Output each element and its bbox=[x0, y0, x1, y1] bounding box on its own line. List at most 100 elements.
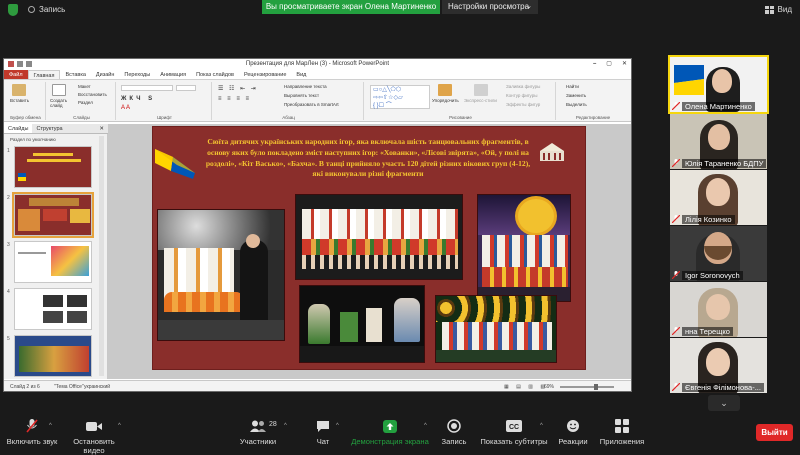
quick-styles-icon[interactable] bbox=[474, 84, 488, 96]
view-buttons[interactable]: ▦ ▤ ▥ ▧ bbox=[504, 384, 548, 390]
tab-home[interactable]: Главная bbox=[27, 70, 61, 79]
tab-transitions[interactable]: Переходы bbox=[119, 70, 155, 79]
dance-photo-2[interactable] bbox=[295, 194, 463, 280]
participants-count: 28 bbox=[269, 421, 277, 428]
participant-name: нна Терещко bbox=[682, 327, 733, 336]
restore-button[interactable]: Восстановить bbox=[78, 92, 107, 97]
paste-icon[interactable] bbox=[12, 84, 26, 96]
record-icon bbox=[28, 6, 35, 13]
chat-options-chevron-icon[interactable]: ^ bbox=[336, 423, 339, 429]
recording-indicator[interactable]: Запись bbox=[28, 5, 65, 14]
share-screen-label: Демонстрация экрана bbox=[351, 437, 429, 446]
participant-tile-5[interactable]: нна Терещко bbox=[670, 282, 767, 337]
text-direction-button[interactable]: Направление текста bbox=[284, 84, 327, 89]
unmute-label: Включить звук bbox=[6, 437, 58, 446]
font-style-buttons[interactable]: ЖКЧ S bbox=[121, 96, 155, 102]
slide-thumbnail-5[interactable] bbox=[14, 335, 92, 377]
language[interactable]: украинский bbox=[84, 384, 110, 390]
tab-slideshow[interactable]: Показ слайдов bbox=[191, 70, 239, 79]
participant-tile-4[interactable]: Igor Soronovych bbox=[670, 226, 767, 281]
select-button[interactable]: Выделить bbox=[566, 102, 587, 107]
share-screen-icon bbox=[350, 419, 430, 433]
video-options-chevron-icon[interactable]: ^ bbox=[118, 423, 121, 429]
shape-outline-button[interactable]: Контур фигуры bbox=[506, 93, 537, 98]
participant-tile-1[interactable]: Олена Мартиненко bbox=[668, 55, 769, 114]
shape-fill-button[interactable]: Заливка фигуры bbox=[506, 84, 540, 89]
font-name-select[interactable] bbox=[121, 85, 173, 91]
section-label[interactable]: Раздел по умолчанию bbox=[4, 134, 107, 144]
captions-options-chevron-icon[interactable]: ^ bbox=[540, 423, 543, 429]
view-settings-button[interactable]: Настройки просмотра ⌄ bbox=[442, 0, 538, 14]
more-participants-chevron-down-icon[interactable]: ⌄ bbox=[708, 395, 740, 411]
editing-group: Найти Заменить Выделить Редактирование bbox=[558, 82, 628, 120]
stop-video-button[interactable]: Остановить видео bbox=[62, 419, 126, 455]
new-slide-icon[interactable] bbox=[52, 84, 66, 96]
dance-photo-4[interactable] bbox=[299, 285, 425, 363]
shield-icon[interactable] bbox=[8, 4, 18, 16]
arrange-button[interactable]: Упорядочить bbox=[432, 98, 459, 103]
tab-file[interactable]: Файл bbox=[4, 70, 28, 79]
slides-group-label: Слайды bbox=[73, 115, 90, 120]
font-size-select[interactable] bbox=[176, 85, 196, 91]
share-options-chevron-icon[interactable]: ^ bbox=[424, 423, 427, 429]
tab-outline[interactable]: Структура bbox=[32, 124, 66, 133]
quick-access-toolbar[interactable] bbox=[8, 61, 32, 67]
slide-thumbnail-3[interactable] bbox=[14, 241, 92, 283]
participant-tile-6[interactable]: Євгенія Філімонова-... bbox=[670, 338, 767, 393]
dance-photo-1[interactable] bbox=[157, 209, 285, 341]
captions-button[interactable]: CC Показать субтитры bbox=[480, 419, 548, 446]
tab-slides[interactable]: Слайды bbox=[4, 124, 33, 133]
window-controls[interactable]: – ▢ ✕ bbox=[593, 59, 627, 70]
slide-text: Сюїта дитячих українських народних ігор,… bbox=[205, 137, 531, 179]
convert-smartart-button[interactable]: Преобразовать в SmartArt bbox=[284, 102, 339, 107]
share-screen-button[interactable]: Демонстрация экрана bbox=[350, 419, 430, 446]
replace-button[interactable]: Заменить bbox=[566, 93, 586, 98]
list-icons[interactable]: ☰ ☷ ⇤ ⇥ bbox=[218, 85, 258, 92]
record-icon bbox=[438, 419, 470, 433]
thumb-number: 4 bbox=[7, 289, 10, 295]
tab-insert[interactable]: Вставка bbox=[60, 70, 90, 79]
audio-options-chevron-icon[interactable]: ^ bbox=[49, 423, 52, 429]
zoom-level[interactable]: 69% bbox=[544, 384, 554, 390]
section-button[interactable]: Раздел bbox=[78, 100, 93, 105]
find-button[interactable]: Найти bbox=[566, 84, 579, 89]
tab-review[interactable]: Рецензирование bbox=[239, 70, 291, 79]
apps-button[interactable]: Приложения bbox=[598, 419, 646, 446]
slide-canvas[interactable]: Сюїта дитячих українських народних ігор,… bbox=[152, 126, 586, 370]
participant-tile-3[interactable]: Лілія Козинко bbox=[670, 170, 767, 225]
leave-button[interactable]: Выйти bbox=[756, 424, 793, 441]
layout-button[interactable]: Макет bbox=[78, 84, 91, 89]
tab-design[interactable]: Дизайн bbox=[91, 70, 120, 79]
record-button[interactable]: Запись bbox=[438, 419, 470, 446]
paste-button[interactable]: Вставить bbox=[10, 98, 29, 103]
dance-photo-5[interactable] bbox=[435, 295, 557, 363]
participants-label: Участники bbox=[239, 437, 277, 446]
participants-options-chevron-icon[interactable]: ^ bbox=[284, 423, 287, 429]
participant-face bbox=[706, 294, 730, 320]
zoom-top-bar: Запись Вы просматриваете экран Олена Мар… bbox=[0, 0, 800, 22]
tab-view[interactable]: Вид bbox=[291, 70, 311, 79]
zoom-slider[interactable] bbox=[560, 386, 614, 388]
slide-thumbnail-2[interactable] bbox=[12, 192, 94, 238]
tab-animation[interactable]: Анимация bbox=[155, 70, 191, 79]
slide-thumbnail-4[interactable] bbox=[14, 288, 92, 330]
align-text-button[interactable]: Выровнять текст bbox=[284, 93, 319, 98]
dance-photo-3[interactable] bbox=[477, 194, 571, 302]
close-icon[interactable]: ✕ bbox=[95, 124, 108, 133]
shape-effects-button[interactable]: Эффекты фигур bbox=[506, 102, 540, 107]
shapes-gallery[interactable]: ▭○△╲⬠⬡ ⇨⇦⇧☆◇▱{ }☐ ⌒ bbox=[370, 85, 430, 109]
chat-button[interactable]: Чат bbox=[308, 419, 338, 446]
align-icons[interactable]: ≡ ≡ ≡ ≡ bbox=[218, 96, 251, 102]
participant-face bbox=[708, 124, 730, 150]
view-mode-button[interactable]: Вид bbox=[764, 5, 792, 14]
thumbnail-scrollbar[interactable] bbox=[99, 136, 104, 376]
participant-tile-2[interactable]: Юлія Тараненко БДПУ bbox=[670, 114, 767, 169]
quick-styles-button[interactable]: Экспресс-стили bbox=[464, 98, 497, 103]
arrange-icon[interactable] bbox=[438, 84, 452, 96]
reaction-smiley-icon bbox=[554, 419, 592, 433]
zoom-slider-thumb[interactable] bbox=[594, 384, 598, 390]
slide-thumbnail-1[interactable] bbox=[14, 146, 92, 188]
reactions-button[interactable]: Реакции bbox=[554, 419, 592, 446]
font-color-icon[interactable]: A A bbox=[121, 105, 130, 111]
create-slide-button[interactable]: Создать слайд bbox=[50, 98, 74, 108]
